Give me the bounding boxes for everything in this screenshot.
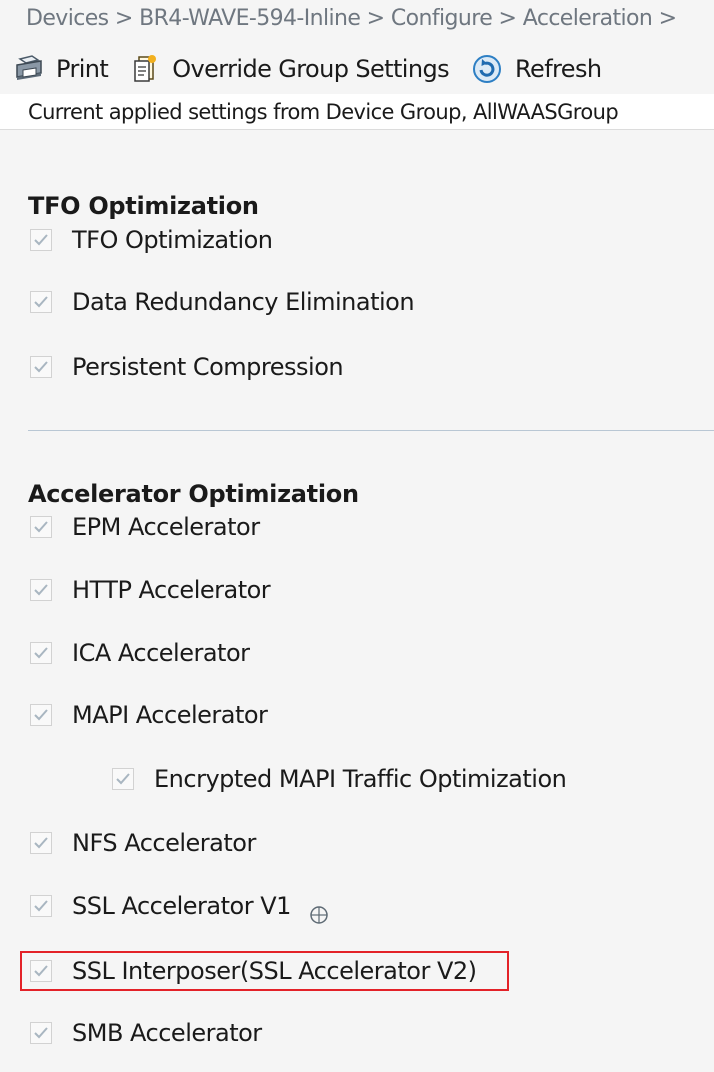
checkbox-label: Persistent Compression — [72, 353, 344, 381]
checkbox[interactable] — [30, 579, 52, 601]
tfo-optimization-checkbox[interactable]: TFO Optimization — [30, 223, 273, 257]
smb-accelerator-checkbox[interactable]: SMB Accelerator — [30, 1016, 262, 1050]
refresh-label: Refresh — [515, 55, 602, 83]
checkmark-icon — [116, 773, 130, 785]
checkbox[interactable] — [30, 832, 52, 854]
checkbox[interactable] — [30, 516, 52, 538]
checkbox-label: SSL Accelerator V1 — [72, 892, 291, 920]
print-button[interactable]: Print — [14, 55, 109, 83]
checkbox[interactable] — [30, 642, 52, 664]
document-icon — [134, 55, 157, 82]
section-divider — [28, 430, 714, 431]
checkbox[interactable] — [30, 704, 52, 726]
encrypted-mapi-traffic-checkbox[interactable]: Encrypted MAPI Traffic Optimization — [112, 762, 567, 796]
checkbox-label: SMB Accelerator — [72, 1019, 262, 1047]
checkbox-label: Data Redundancy Elimination — [72, 288, 415, 316]
checkmark-icon — [34, 296, 48, 308]
http-accelerator-checkbox[interactable]: HTTP Accelerator — [30, 573, 271, 607]
checkbox[interactable] — [30, 291, 52, 313]
checkmark-icon — [34, 234, 48, 246]
checkmark-icon — [34, 647, 48, 659]
toolbar: Print Override Group Settings Refresh — [14, 50, 714, 88]
checkbox[interactable] — [30, 229, 52, 251]
checkbox-label: NFS Accelerator — [72, 829, 256, 857]
checkmark-icon — [34, 1027, 48, 1039]
epm-accelerator-checkbox[interactable]: EPM Accelerator — [30, 510, 260, 544]
data-redundancy-elimination-checkbox[interactable]: Data Redundancy Elimination — [30, 285, 415, 319]
mapi-accelerator-checkbox[interactable]: MAPI Accelerator — [30, 698, 268, 732]
checkbox[interactable] — [112, 768, 134, 790]
nfs-accelerator-checkbox[interactable]: NFS Accelerator — [30, 826, 256, 860]
checkbox-label: TFO Optimization — [72, 226, 273, 254]
checkmark-icon — [34, 837, 48, 849]
checkbox-label: ICA Accelerator — [72, 639, 250, 667]
checkbox[interactable] — [30, 895, 52, 917]
checkbox[interactable] — [30, 356, 52, 378]
checkmark-icon — [34, 709, 48, 721]
checkbox-label: EPM Accelerator — [72, 513, 260, 541]
crosshair-info-icon[interactable] — [309, 905, 329, 925]
checkbox-label: MAPI Accelerator — [72, 701, 268, 729]
checkmark-icon — [34, 900, 48, 912]
checkbox-label: Encrypted MAPI Traffic Optimization — [154, 765, 567, 793]
printer-icon — [16, 55, 42, 80]
override-group-settings-button[interactable]: Override Group Settings — [130, 54, 450, 84]
refresh-icon — [473, 55, 502, 83]
refresh-button[interactable]: Refresh — [471, 53, 602, 85]
checkmark-icon — [34, 521, 48, 533]
accelerator-section-title: Accelerator Optimization — [28, 480, 359, 508]
checkmark-icon — [34, 361, 48, 373]
print-label: Print — [56, 55, 109, 83]
ssl-accelerator-v1-checkbox[interactable]: SSL Accelerator V1 — [30, 889, 329, 925]
highlight-box — [20, 951, 509, 991]
checkbox[interactable] — [30, 1022, 52, 1044]
breadcrumb[interactable]: Devices > BR4-WAVE-594-Inline > Configur… — [26, 6, 714, 31]
ica-accelerator-checkbox[interactable]: ICA Accelerator — [30, 636, 250, 670]
override-group-settings-label: Override Group Settings — [172, 55, 450, 83]
applied-settings-message: Current applied settings from Device Gro… — [0, 94, 714, 130]
checkbox-label: HTTP Accelerator — [72, 576, 271, 604]
persistent-compression-checkbox[interactable]: Persistent Compression — [30, 350, 344, 384]
checkmark-icon — [34, 584, 48, 596]
tfo-section-title: TFO Optimization — [28, 192, 259, 220]
